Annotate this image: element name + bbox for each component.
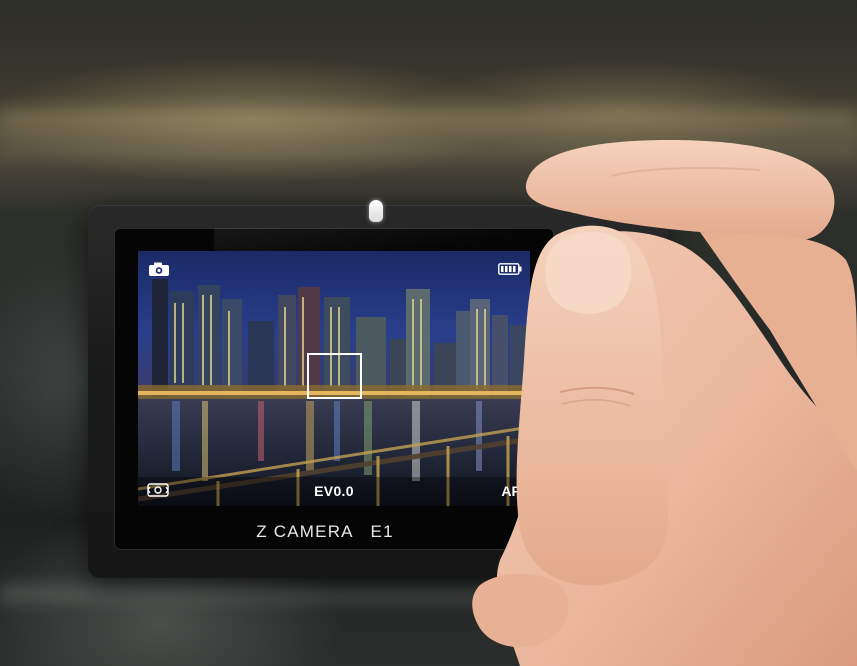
- exposure-value[interactable]: EV0.0: [138, 483, 530, 499]
- live-view-screen[interactable]: EV0.0 AF: [138, 251, 530, 506]
- autofocus-mode[interactable]: AF: [501, 483, 520, 499]
- camera-model-label: Z CAMERA E1: [256, 522, 394, 541]
- shutter-indicator: [369, 200, 383, 222]
- camera-icon[interactable]: [148, 261, 170, 277]
- battery-icon: [498, 263, 522, 275]
- focus-frame[interactable]: [307, 353, 362, 399]
